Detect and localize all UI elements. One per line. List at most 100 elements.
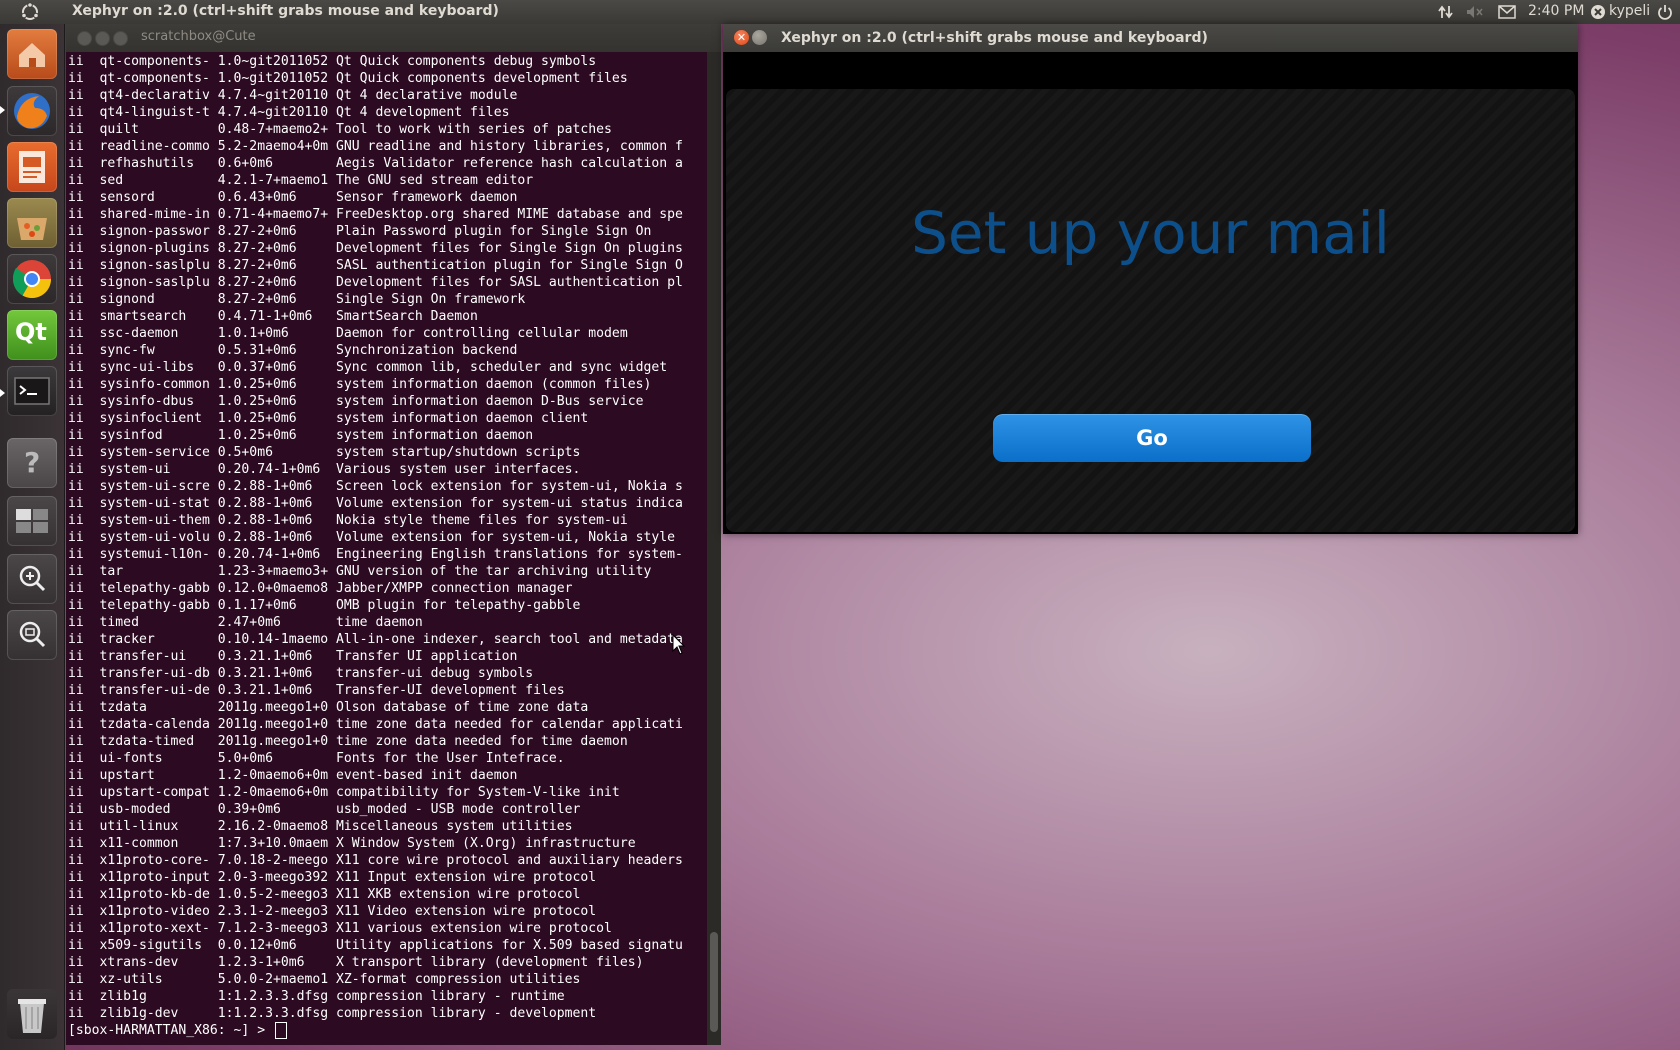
terminal-line: ii sysinfo-common 1.0.25+0m6 system info… [68, 377, 652, 392]
xephyr-close-button[interactable]: ✕ [734, 30, 749, 45]
terminal-line: ii x11proto-kb-de 1.0.5-2-meego3 X11 XKB… [68, 887, 581, 902]
terminal-line: ii refhashutils 0.6+0m6 Aegis Validator … [68, 156, 683, 171]
chrome-icon[interactable] [7, 254, 57, 304]
terminal-line: ii tar 1.23-3+maemo3+ GNU version of the… [68, 564, 652, 579]
terminal-line: ii signond 8.27-2+0m6 Single Sign On fra… [68, 292, 526, 307]
terminal-line: ii ui-fonts 5.0+0m6 Fonts for the User I… [68, 751, 565, 766]
mouse-pointer-icon [672, 634, 686, 655]
terminal-line: ii quilt 0.48-7+maemo2+ Tool to work wit… [68, 122, 612, 137]
terminal-line: ii systemui-l10n- 0.20.74-1+0m6 Engineer… [68, 547, 683, 562]
terminal-line: ii readline-commo 5.2-2maemo4+0m GNU rea… [68, 139, 683, 154]
terminal-line: ii telepathy-gabb 0.1.17+0m6 OMB plugin … [68, 598, 581, 613]
terminal-title: scratchbox@Cute [141, 29, 256, 44]
firefox-icon[interactable] [7, 86, 57, 136]
mail-setup-panel: Set up your mail Go [726, 89, 1575, 532]
xephyr-title: Xephyr on :2.0 (ctrl+shift grabs mouse a… [781, 30, 1208, 46]
terminal-line: ii system-ui-stat 0.2.88-1+0m6 Volume ex… [68, 496, 683, 511]
power-icon[interactable] [1657, 4, 1673, 20]
terminal-line: ii x11proto-video 2.3.1-2-meego3 X11 Vid… [68, 904, 597, 919]
terminal-prompt-line[interactable]: [sbox-HARMATTAN_X86: ~] > [68, 1022, 703, 1039]
terminal-line: ii transfer-ui 0.3.21.1+0m6 Transfer UI … [68, 649, 518, 664]
qt-creator-icon[interactable]: Qt [7, 310, 57, 360]
terminal-line: ii system-ui-volu 0.2.88-1+0m6 Volume ex… [68, 530, 675, 545]
xephyr-titlebar[interactable]: ✕ Xephyr on :2.0 (ctrl+shift grabs mouse… [723, 24, 1578, 52]
libreoffice-impress-icon[interactable] [7, 142, 57, 192]
xephyr-minimize-button[interactable] [752, 30, 767, 45]
terminal-line: ii sensord 0.6.43+0m6 Sensor framework d… [68, 190, 518, 205]
terminal-line: ii transfer-ui-db 0.3.21.1+0m6 transfer-… [68, 666, 534, 681]
network-icon[interactable] [1438, 4, 1454, 20]
terminal-titlebar[interactable]: scratchbox@Cute [66, 24, 721, 52]
terminal-line: ii upstart-compat 1.2-0maemo6+0m compati… [68, 785, 620, 800]
terminal-line: ii sync-ui-libs 0.0.37+0m6 Sync common l… [68, 360, 668, 375]
terminal-line: ii shared-mime-in 0.71-4+maemo7+ FreeDes… [68, 207, 683, 222]
terminal-line: ii upstart 1.2-0maemo6+0m event-based in… [68, 768, 518, 783]
terminal-line: ii xz-utils 5.0.0-2+maemo1 XZ-format com… [68, 972, 581, 987]
terminal-line: ii sysinfoclient 1.0.25+0m6 system infor… [68, 411, 589, 426]
terminal-line: ii signon-saslplu 8.27-2+0m6 Development… [68, 275, 683, 290]
terminal-line: ii sysinfo-dbus 1.0.25+0m6 system inform… [68, 394, 644, 409]
terminal-line: ii qt4-declarativ 4.7.4~git20110 Qt 4 de… [68, 88, 518, 103]
terminal-line: ii system-ui-them 0.2.88-1+0m6 Nokia sty… [68, 513, 628, 528]
terminal-line: ii smartsearch 0.4.71-1+0m6 SmartSearch … [68, 309, 478, 324]
ubuntu-logo-icon[interactable] [20, 2, 40, 22]
xephyr-window[interactable]: ✕ Xephyr on :2.0 (ctrl+shift grabs mouse… [723, 24, 1578, 534]
user-x-icon[interactable] [1590, 4, 1606, 20]
terminal-line: ii zlib1g-dev 1:1.2.3.3.dfsg compression… [68, 1006, 597, 1021]
terminal-line: ii signon-passwor 8.27-2+0m6 Plain Passw… [68, 224, 652, 239]
launcher: Qt ? [0, 24, 65, 1050]
terminal-line: ii tzdata-calenda 2011g.meego1+0 time zo… [68, 717, 683, 732]
qt-label: Qt [15, 318, 47, 346]
panel-clock[interactable]: 2:40 PM [1528, 3, 1584, 19]
terminal-line: ii zlib1g 1:1.2.3.3.dfsg compression lib… [68, 989, 565, 1004]
terminal-line: ii xtrans-dev 1.2.3-1+0m6 X transport li… [68, 955, 644, 970]
terminal-line: ii transfer-ui-de 0.3.21.1+0m6 Transfer-… [68, 683, 565, 698]
terminal-line: ii x509-sigutils 0.0.12+0m6 Utility appl… [68, 938, 683, 953]
terminal-icon[interactable] [7, 366, 57, 416]
terminal-line: ii qt-components- 1.0~git2011052 Qt Quic… [68, 71, 628, 86]
terminal-line: ii usb-moded 0.39+0m6 usb_moded - USB mo… [68, 802, 581, 817]
go-button[interactable]: Go [993, 414, 1311, 462]
terminal-line: ii qt4-linguist-t 4.7.4~git20110 Qt 4 de… [68, 105, 510, 120]
terminal-line: ii tracker 0.10.14-1maemo All-in-one ind… [68, 632, 683, 647]
terminal-line: ii sed 4.2.1-7+maemo1 The GNU sed stream… [68, 173, 534, 188]
terminal-maximize-button[interactable] [113, 31, 128, 46]
panel-window-title: Xephyr on :2.0 (ctrl+shift grabs mouse a… [72, 3, 499, 19]
terminal-line: ii telepathy-gabb 0.12.0+0maemo8 Jabber/… [68, 581, 573, 596]
top-panel: Xephyr on :2.0 (ctrl+shift grabs mouse a… [0, 0, 1680, 24]
terminal-window[interactable]: scratchbox@Cute ii qt-components- 1.0~gi… [66, 24, 721, 1045]
mail-setup-heading: Set up your mail [911, 199, 1390, 267]
terminal-line: ii timed 2.47+0m6 time daemon [68, 615, 423, 630]
terminal-line: ii ssc-daemon 1.0.1+0m6 Daemon for contr… [68, 326, 628, 341]
terminal-line: ii x11-common 1:7.3+10.0maem X Window Sy… [68, 836, 636, 851]
terminal-scroll-thumb[interactable] [710, 932, 718, 1032]
terminal-minimize-button[interactable] [95, 31, 110, 46]
panel-username[interactable]: kypeli [1609, 3, 1650, 19]
software-center-icon[interactable] [7, 198, 57, 248]
terminal-line: ii signon-saslplu 8.27-2+0m6 SASL authen… [68, 258, 683, 273]
terminal-scrollbar[interactable] [707, 52, 721, 1045]
terminal-line: ii x11proto-core- 7.0.18-2-meego X11 cor… [68, 853, 683, 868]
terminal-line: ii signon-plugins 8.27-2+0m6 Development… [68, 241, 683, 256]
trash-icon[interactable] [7, 989, 57, 1039]
terminal-output[interactable]: ii qt-components- 1.0~git2011052 Qt Quic… [68, 53, 703, 1045]
home-folder-icon[interactable] [7, 29, 57, 79]
terminal-prompt: [sbox-HARMATTAN_X86: ~] > [68, 1023, 273, 1038]
terminal-line: ii system-service 0.5+0m6 system startup… [68, 445, 581, 460]
terminal-line: ii x11proto-xext- 7.1.2-3-meego3 X11 var… [68, 921, 612, 936]
help-icon[interactable]: ? [7, 438, 57, 488]
terminal-line: ii util-linux 2.16.2-0maemo8 Miscellaneo… [68, 819, 573, 834]
volume-muted-icon[interactable] [1466, 4, 1484, 20]
terminal-line: ii system-ui-scre 0.2.88-1+0m6 Screen lo… [68, 479, 683, 494]
workspace-switcher-icon[interactable] [7, 496, 57, 546]
terminal-cursor [274, 1022, 287, 1039]
mail-icon[interactable] [1498, 5, 1516, 19]
terminal-line: ii tzdata-timed 2011g.meego1+0 time zone… [68, 734, 628, 749]
terminal-line: ii system-ui 0.20.74-1+0m6 Various syste… [68, 462, 581, 477]
terminal-line: ii sysinfod 1.0.25+0m6 system informatio… [68, 428, 534, 443]
terminal-line: ii x11proto-input 2.0-3-meego392 X11 Inp… [68, 870, 597, 885]
magnifier-zoom-out-icon[interactable] [7, 610, 57, 660]
terminal-close-button[interactable] [77, 31, 92, 46]
terminal-line: ii tzdata 2011g.meego1+0 Olson database … [68, 700, 589, 715]
magnifier-zoom-icon[interactable] [7, 554, 57, 604]
